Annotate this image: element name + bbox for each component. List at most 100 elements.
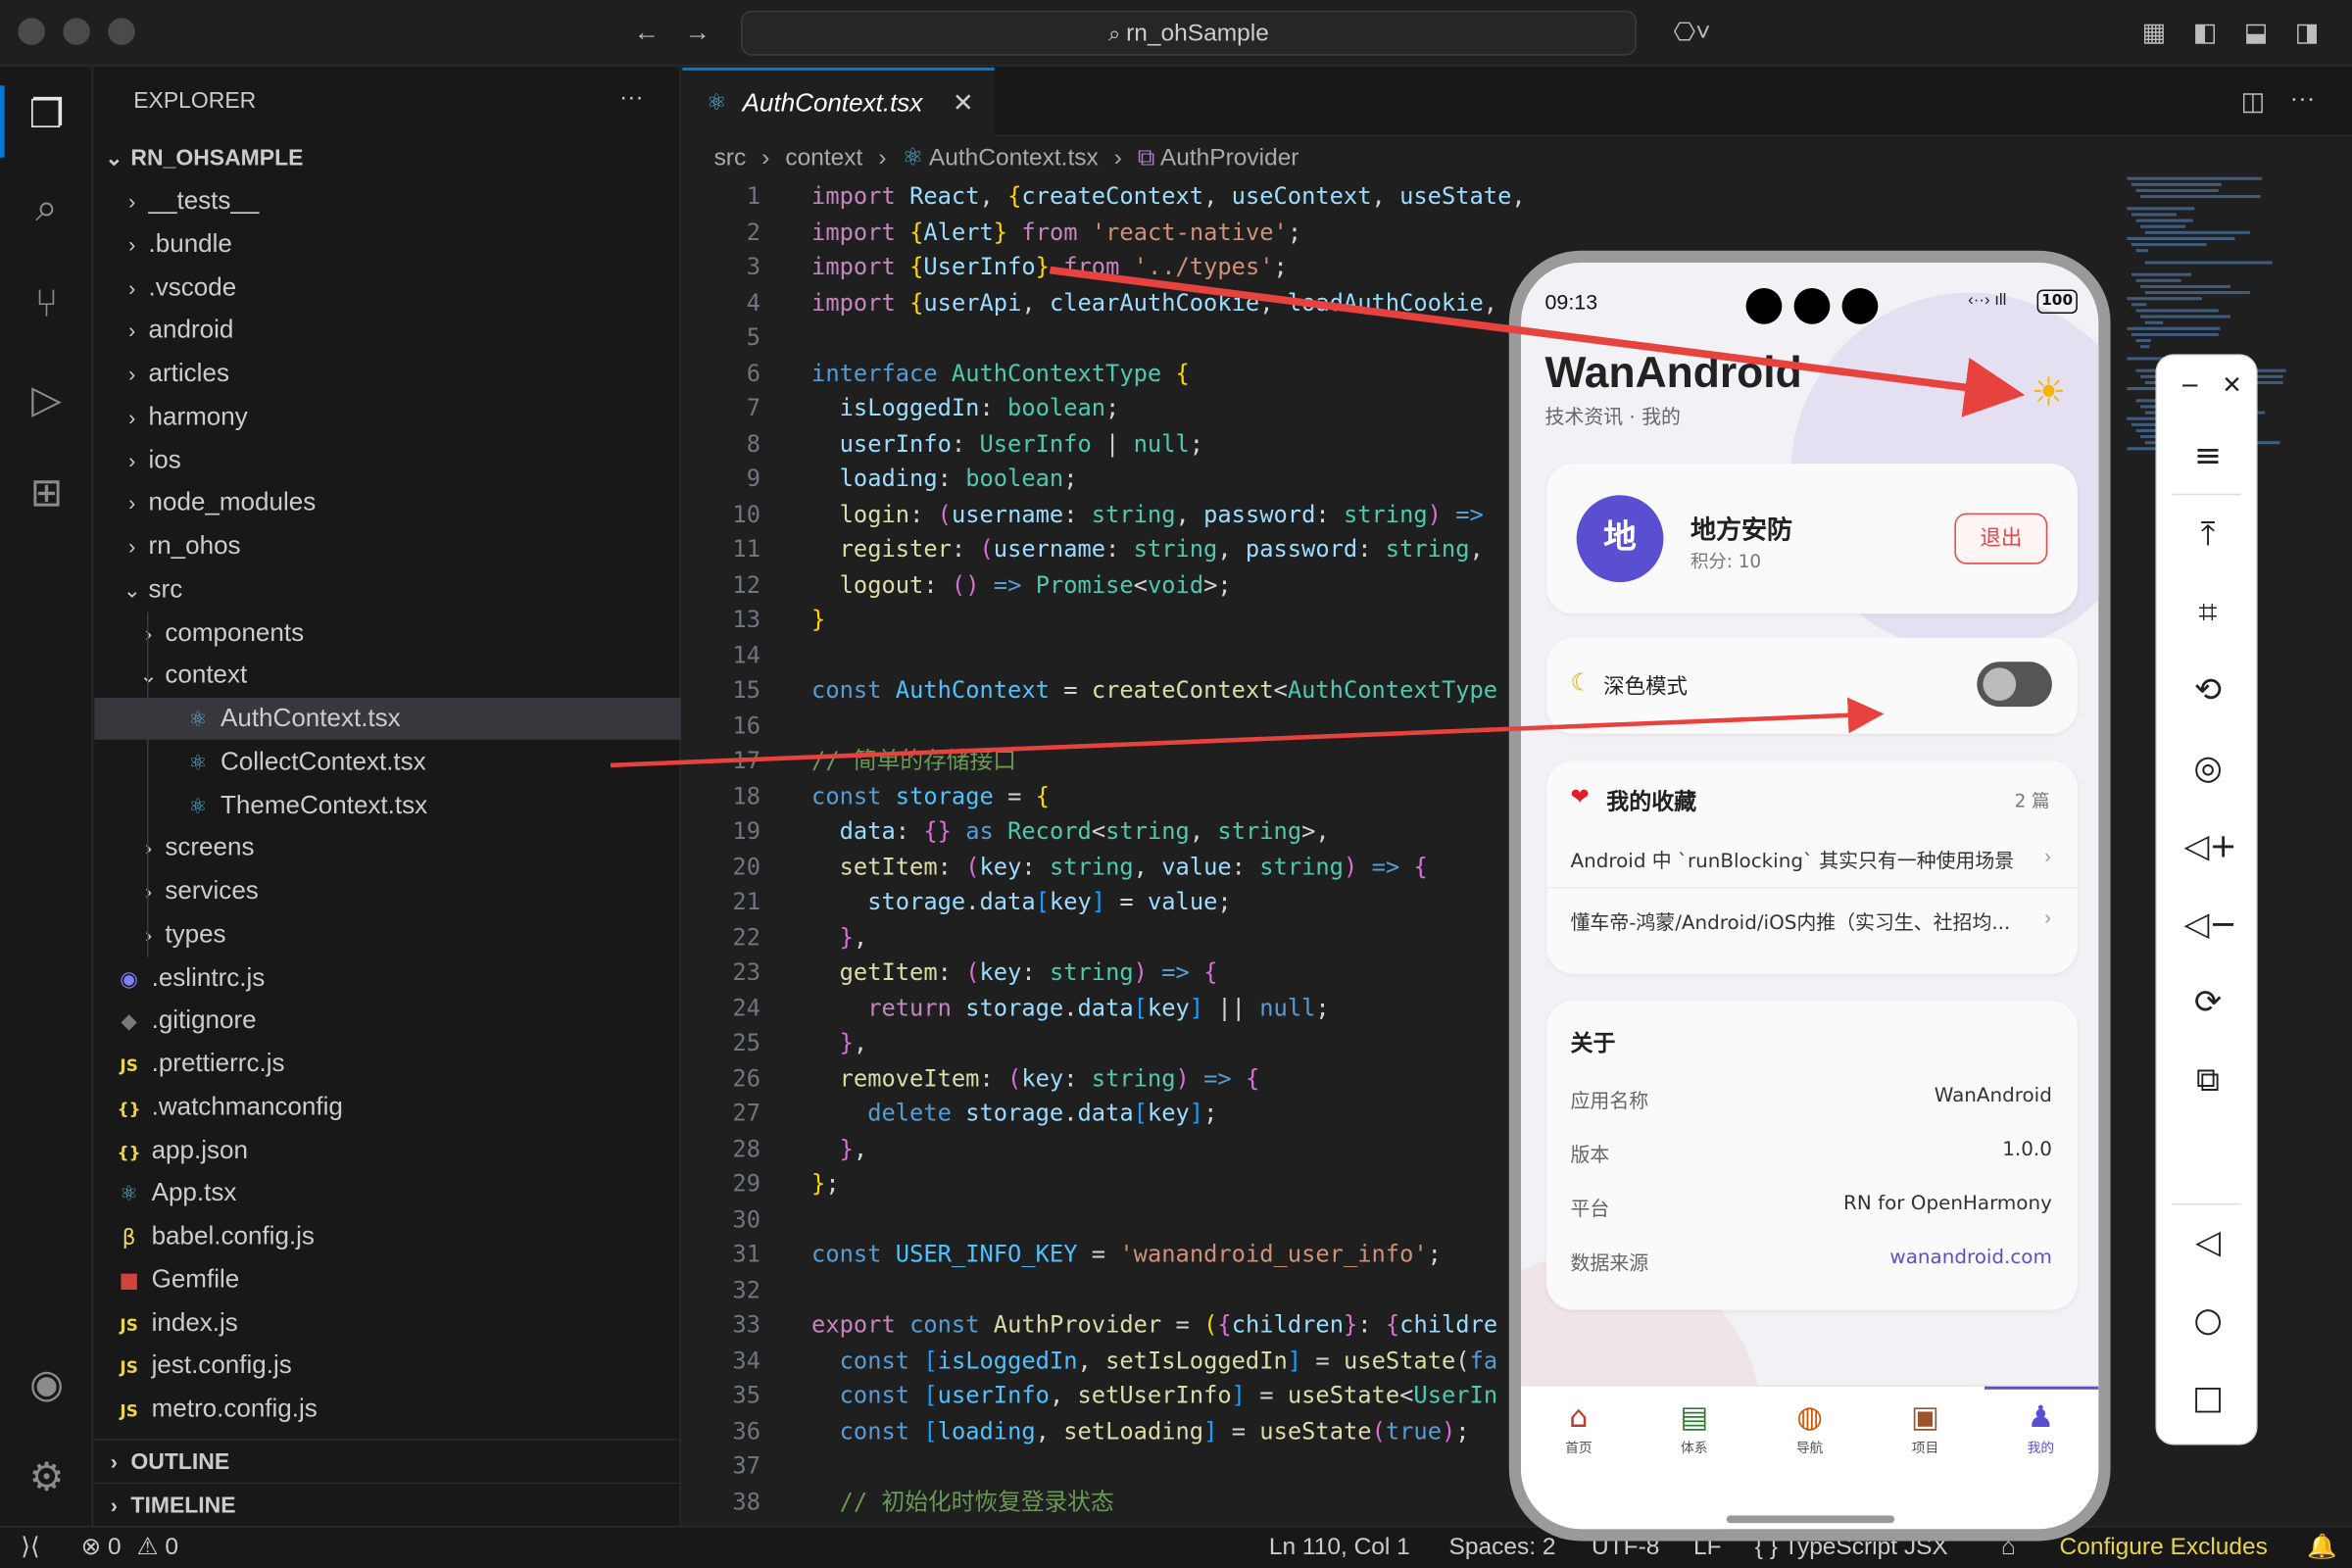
line-number: 1	[746, 182, 761, 211]
search-icon[interactable]: ⌕	[21, 181, 72, 232]
editor-more-icon[interactable]: ···	[2287, 84, 2318, 115]
tree-item[interactable]: ⚛ CollectContext.tsx	[94, 741, 680, 783]
toggle-panel-icon[interactable]: ⬓	[2241, 18, 2272, 48]
code-line: export const AuthProvider = ({children}:…	[811, 1311, 1498, 1339]
tree-item[interactable]: {} app.json	[94, 1129, 680, 1171]
tree-item[interactable]: › .vscode	[94, 267, 680, 309]
tree-item[interactable]: › harmony	[94, 396, 680, 438]
toggle-primary-sidebar-icon[interactable]: ◧	[2190, 18, 2221, 48]
tree-item[interactable]: JS .prettierrc.js	[94, 1043, 680, 1085]
split-editor-icon[interactable]: ◫	[2238, 87, 2269, 118]
record-icon[interactable]: ◎	[2184, 746, 2232, 794]
settings-gear-icon[interactable]: ⚙	[21, 1451, 72, 1502]
back-arrow-icon[interactable]: ←	[631, 18, 662, 48]
tree-item-label: android	[148, 315, 234, 345]
tree-item[interactable]: › rn_ohos	[94, 525, 680, 567]
tree-item[interactable]: ⌄context	[94, 655, 680, 697]
tree-item[interactable]: ⚛ AuthContext.tsx	[94, 697, 681, 740]
multi-screen-icon[interactable]: ⧉	[2184, 1057, 2232, 1105]
code-line: data: {} as Record<string, string>,	[839, 817, 1330, 846]
tree-item[interactable]: ›services	[94, 870, 680, 912]
tree-item[interactable]: › ios	[94, 439, 680, 481]
tree-item[interactable]: › __tests__	[94, 180, 680, 222]
nav-item[interactable]: ⌂ 首页	[1521, 1398, 1637, 1474]
tree-item[interactable]: JS index.js	[94, 1301, 680, 1344]
close-window-button[interactable]	[18, 18, 45, 45]
close-icon[interactable]: ✕	[2208, 362, 2256, 410]
volume-up-icon[interactable]: ◁+	[2184, 824, 2237, 872]
zoom-window-button[interactable]	[108, 18, 135, 45]
extensions-icon[interactable]: ⊞	[21, 466, 72, 517]
dark-mode-toggle[interactable]	[1977, 662, 2052, 708]
close-tab-icon[interactable]: ✕	[953, 71, 974, 136]
explorer-icon[interactable]: ❐	[21, 88, 72, 139]
tree-item[interactable]: ◉ .eslintrc.js	[94, 956, 680, 999]
tree-item[interactable]: β babel.config.js	[94, 1215, 680, 1257]
source-control-icon[interactable]: ⑂	[21, 277, 72, 328]
configure-excludes[interactable]: Configure Excludes	[2060, 1528, 2268, 1568]
breadcrumb-context[interactable]: context	[785, 146, 862, 172]
tree-item[interactable]: ›components	[94, 612, 680, 654]
nav-item[interactable]: ♟ 我的	[1983, 1398, 2098, 1474]
tree-item[interactable]: › .bundle	[94, 223, 680, 266]
favorite-item[interactable]: 懂车帝-鸿蒙/Android/iOS内推（实习生、社招均...	[1571, 906, 2035, 935]
pin-top-icon[interactable]: ⤒	[2184, 512, 2232, 560]
tree-item[interactable]: ›types	[94, 913, 680, 956]
run-debug-icon[interactable]: ▷	[21, 373, 72, 424]
minimize-window-button[interactable]	[63, 18, 90, 45]
breadcrumb-file[interactable]: AuthContext.tsx	[929, 146, 1099, 172]
tree-item[interactable]: ⚛ App.tsx	[94, 1172, 680, 1214]
logout-button[interactable]: 退出	[1954, 513, 2048, 564]
timeline-section[interactable]: › TIMELINE	[94, 1482, 681, 1525]
tree-item[interactable]: ›screens	[94, 827, 680, 869]
tree-item[interactable]: › articles	[94, 353, 680, 395]
breadcrumb-src[interactable]: src	[714, 146, 747, 172]
tree-item[interactable]: ⚛ ThemeContext.tsx	[94, 784, 680, 826]
sun-theme-icon[interactable]: ☀	[2031, 370, 2066, 413]
cursor-position[interactable]: Ln 110, Col 1	[1269, 1528, 1410, 1568]
tab-auth-context[interactable]: ⚛ AuthContext.tsx ✕	[682, 67, 995, 137]
nav-item[interactable]: ▤ 体系	[1637, 1398, 1752, 1474]
workspace-root[interactable]: ⌄ RN_OHSAMPLE	[94, 136, 680, 178]
crop-screenshot-icon[interactable]: ⌗	[2184, 590, 2232, 638]
tree-item[interactable]: ◆ .gitignore	[94, 1000, 680, 1042]
favorite-item[interactable]: Android 中 `runBlocking` 其实只有一种使用场景	[1571, 845, 2051, 873]
tree-item[interactable]: JS jest.config.js	[94, 1345, 680, 1387]
breadcrumb-symbol[interactable]: AuthProvider	[1160, 146, 1299, 172]
outline-section[interactable]: › OUTLINE	[94, 1439, 681, 1481]
notifications-bell-icon[interactable]: 🔔	[2307, 1528, 2336, 1568]
minimize-icon[interactable]: −	[2166, 362, 2214, 410]
customize-layout-icon[interactable]: ▦	[2139, 18, 2170, 48]
recents-square-icon[interactable]: □	[2184, 1376, 2232, 1424]
forward-arrow-icon[interactable]: →	[682, 18, 712, 48]
line-number: 8	[746, 429, 761, 458]
rotate-icon[interactable]: ⟲	[2184, 667, 2232, 715]
back-triangle-icon[interactable]: ◁	[2184, 1220, 2232, 1268]
nav-item[interactable]: ▣ 项目	[1868, 1398, 1984, 1474]
toggle-secondary-sidebar-icon[interactable]: ◨	[2292, 18, 2323, 48]
accounts-icon[interactable]: ◉	[21, 1358, 72, 1409]
code-editor[interactable]: 1 2 3 4 5 6 7 8 9 10 11 12 13 14 15 16 17 18 19 20 21 22 23 24 2…	[682, 180, 1522, 1523]
data-source-link[interactable]: wanandroid.com	[1889, 1247, 2051, 1269]
indent-guide	[146, 611, 149, 957]
copilot-icon[interactable]: ⎔˅	[1662, 18, 1722, 48]
rotate-device-icon[interactable]: ⟳	[2184, 980, 2232, 1028]
volume-down-icon[interactable]: ◁−	[2184, 902, 2237, 950]
tree-item[interactable]: › node_modules	[94, 482, 680, 524]
problems-indicator[interactable]: ⊗ 0 ⚠ 0	[81, 1528, 178, 1568]
code-line: // 初始化时恢复登录状态	[839, 1488, 1114, 1515]
indentation[interactable]: Spaces: 2	[1449, 1528, 1556, 1568]
menu-icon[interactable]: ≡	[2184, 433, 2232, 481]
nav-item[interactable]: ◍ 导航	[1752, 1398, 1868, 1474]
heart-icon: ❤	[1570, 784, 1590, 810]
remote-icon[interactable]: ⟩⟨	[21, 1528, 39, 1568]
tree-item[interactable]: ⌄ src	[94, 568, 680, 611]
command-center-search[interactable]: ⌕ rn_ohSample	[741, 10, 1637, 56]
more-actions-icon[interactable]: ···	[619, 85, 643, 113]
react-icon: ⚛	[188, 794, 208, 819]
tree-item[interactable]: › android	[94, 310, 680, 352]
home-circle-icon[interactable]: ○	[2184, 1298, 2232, 1346]
tree-item[interactable]: {} .watchmanconfig	[94, 1086, 680, 1128]
tree-item[interactable]: JS metro.config.js	[94, 1388, 680, 1430]
tree-item[interactable]: ■ Gemfile	[94, 1258, 680, 1300]
